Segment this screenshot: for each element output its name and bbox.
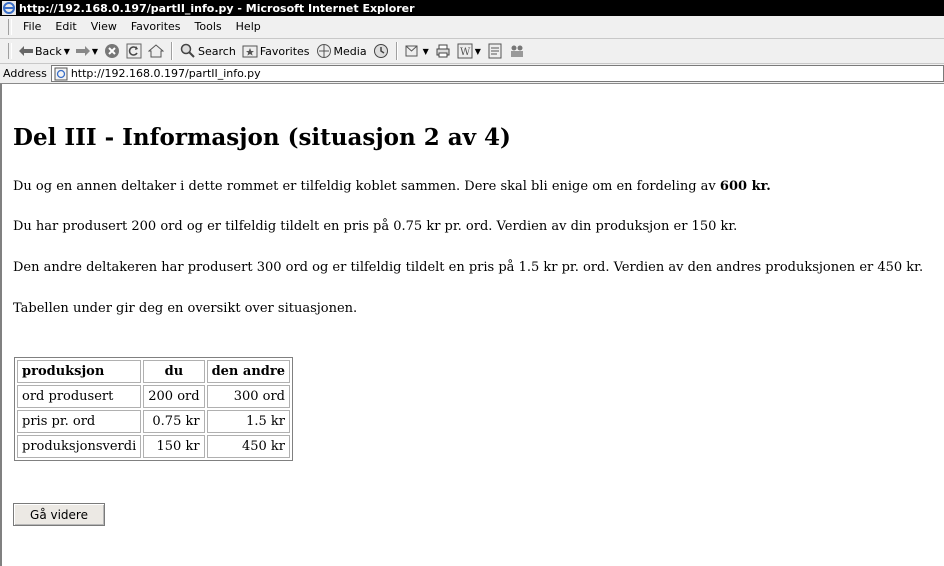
table-row: ord produsert 200 ord 300 ord (17, 385, 290, 408)
table-cell: 1.5 kr (206, 410, 290, 433)
edit-dropdown-icon[interactable]: ▼ (475, 47, 481, 56)
messenger-button[interactable] (506, 41, 528, 61)
favorites-icon (242, 45, 258, 58)
menu-tools[interactable]: Tools (188, 17, 229, 37)
table-cell: produksjonsverdi (17, 435, 142, 458)
forward-button[interactable]: ▼ (73, 41, 101, 61)
paragraph-other-production: Den andre deltakeren har produsert 300 o… (13, 260, 924, 275)
menu-grip (8, 19, 12, 35)
forward-arrow-icon (75, 46, 90, 56)
back-dropdown-icon[interactable]: ▼ (64, 47, 70, 56)
menu-favorites[interactable]: Favorites (124, 17, 188, 37)
page-heading: Del III - Informasjon (situasjon 2 av 4) (13, 124, 511, 151)
menu-view[interactable]: View (84, 17, 124, 37)
page-content: Del III - Informasjon (situasjon 2 av 4)… (0, 84, 944, 566)
messenger-icon (510, 45, 523, 57)
home-button[interactable] (145, 41, 167, 61)
search-button[interactable]: Search (177, 41, 239, 61)
menu-bar: File Edit View Favorites Tools Help (0, 16, 944, 39)
overview-table: produksjon du den andre ord produsert 20… (14, 357, 293, 461)
media-icon (316, 44, 331, 58)
refresh-button[interactable] (123, 41, 145, 61)
print-icon (436, 44, 450, 58)
mail-icon (405, 45, 418, 57)
menu-edit[interactable]: Edit (48, 17, 83, 37)
toolbar-separator (171, 42, 174, 60)
intro-text: Du og en annen deltaker i dette rommet e… (13, 179, 720, 194)
table-cell: 200 ord (143, 385, 205, 408)
table-cell: 450 kr (206, 435, 290, 458)
search-label: Search (198, 44, 236, 58)
toolbar-separator (395, 42, 398, 60)
stop-button[interactable] (101, 41, 123, 61)
header-du: du (143, 360, 205, 383)
svg-text:W: W (460, 47, 471, 58)
table-cell: 150 kr (143, 435, 205, 458)
table-header-row: produksjon du den andre (17, 360, 290, 383)
menu-help[interactable]: Help (229, 17, 268, 37)
continue-button[interactable]: Gå videre (13, 503, 105, 526)
table-row: pris pr. ord 0.75 kr 1.5 kr (17, 410, 290, 433)
table-cell: 0.75 kr (143, 410, 205, 433)
standard-toolbar: Back ▼ ▼ Search Favorites Media ▼ W ▼ (0, 39, 944, 64)
address-bar: Address (0, 64, 944, 84)
paragraph-table-intro: Tabellen under gir deg en oversikt over … (13, 301, 358, 316)
menu-file[interactable]: File (16, 17, 48, 37)
paragraph-your-production: Du har produsert 200 ord og er tilfeldig… (13, 219, 738, 234)
table-cell: 300 ord (206, 385, 290, 408)
edit-button[interactable]: W ▼ (454, 41, 484, 61)
home-icon (148, 44, 165, 58)
paragraph-intro: Du og en annen deltaker i dette rommet e… (13, 179, 771, 194)
media-label: Media (333, 44, 367, 58)
favorites-label: Favorites (259, 44, 310, 58)
refresh-icon (126, 43, 142, 59)
print-button[interactable] (432, 41, 454, 61)
internet-explorer-icon (2, 1, 16, 15)
header-produksjon: produksjon (17, 360, 142, 383)
mail-dropdown-icon[interactable]: ▼ (423, 47, 429, 56)
media-button[interactable]: Media (313, 41, 370, 61)
total-amount: 600 kr. (719, 179, 771, 194)
favorites-button[interactable]: Favorites (239, 41, 313, 61)
toolbar-grip (8, 43, 12, 59)
discuss-button[interactable] (484, 41, 506, 61)
address-field[interactable] (50, 65, 944, 82)
window-title: http://192.168.0.197/partII_info.py - Mi… (19, 1, 415, 15)
table-row: produksjonsverdi 150 kr 450 kr (17, 435, 290, 458)
title-bar: http://192.168.0.197/partII_info.py - Mi… (0, 0, 944, 16)
back-arrow-icon (19, 46, 33, 56)
header-den-andre: den andre (206, 360, 290, 383)
table-cell: pris pr. ord (17, 410, 142, 433)
mail-button[interactable]: ▼ (402, 41, 432, 61)
back-label: Back (35, 44, 62, 58)
history-icon (373, 44, 388, 58)
address-label: Address (3, 67, 47, 80)
forward-dropdown-icon[interactable]: ▼ (92, 47, 98, 56)
back-button[interactable]: Back ▼ (16, 41, 73, 61)
search-icon (180, 43, 195, 58)
table-cell: ord produsert (17, 385, 142, 408)
discuss-icon (488, 43, 502, 59)
history-button[interactable] (370, 41, 392, 61)
stop-icon (105, 44, 120, 58)
page-icon (54, 67, 68, 80)
word-edit-icon: W (457, 43, 473, 59)
address-input[interactable] (70, 67, 771, 80)
